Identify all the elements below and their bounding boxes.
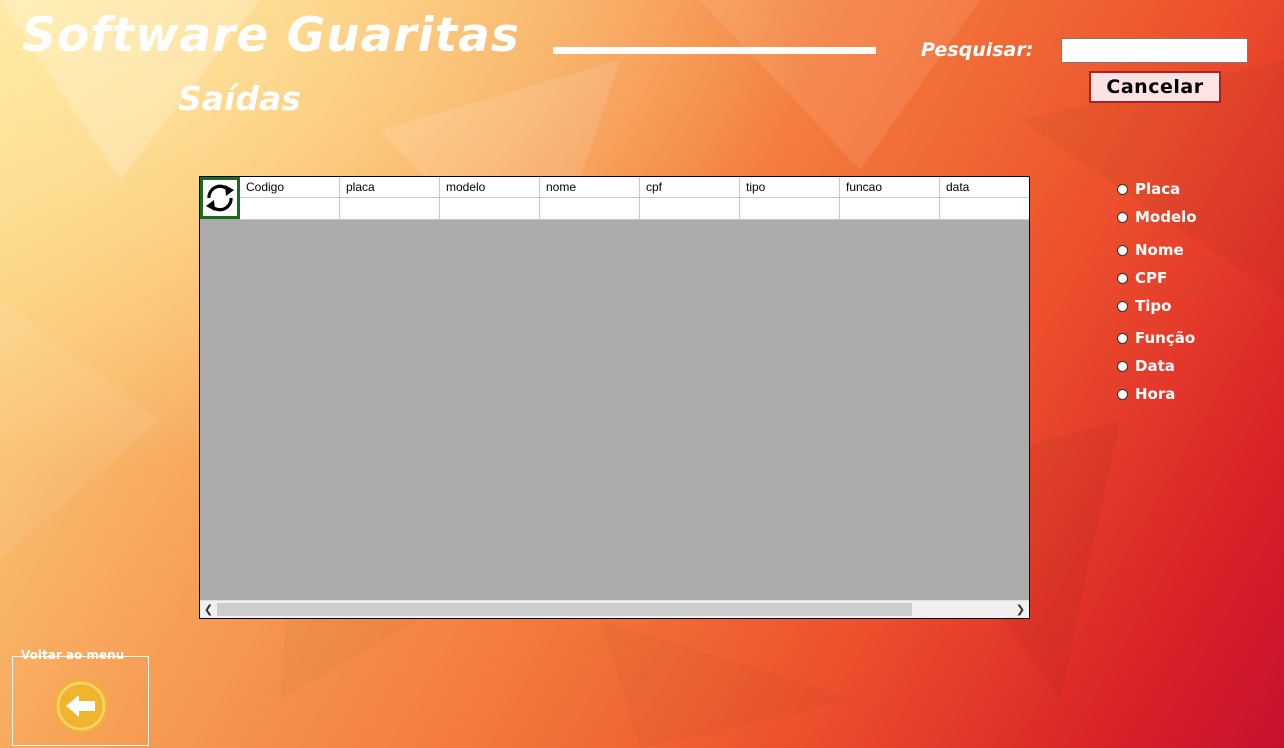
column-header-nome[interactable]: nome — [540, 177, 640, 197]
page-title: Saídas — [178, 79, 301, 118]
column-header-data[interactable]: data — [940, 177, 1029, 197]
radio-icon[interactable] — [1117, 360, 1128, 372]
filter-radio-funcao[interactable]: Função — [1117, 329, 1195, 347]
radio-icon[interactable] — [1117, 388, 1128, 400]
radio-icon[interactable] — [1117, 244, 1128, 256]
search-label: Pesquisar: — [921, 39, 1034, 61]
radio-icon[interactable] — [1117, 300, 1128, 312]
column-header-modelo[interactable]: modelo — [440, 177, 540, 197]
app-title: Software Guaritas — [22, 8, 520, 63]
search-input[interactable] — [1061, 38, 1248, 63]
filter-radio-tipo[interactable]: Tipo — [1117, 297, 1171, 315]
filter-radio-hora[interactable]: Hora — [1117, 385, 1175, 403]
table-cell[interactable] — [740, 198, 840, 219]
table-cell[interactable] — [240, 198, 340, 219]
column-header-placa[interactable]: placa — [340, 177, 440, 197]
radio-icon[interactable] — [1117, 183, 1128, 195]
table-cell[interactable] — [540, 198, 640, 219]
scroll-right-icon[interactable]: ❯ — [1012, 601, 1029, 618]
radio-icon[interactable] — [1117, 272, 1128, 284]
arrow-left-icon — [54, 679, 108, 733]
column-header-tipo[interactable]: tipo — [740, 177, 840, 197]
table-cell[interactable] — [640, 198, 740, 219]
scroll-left-icon[interactable]: ❮ — [200, 601, 217, 618]
table-cell[interactable] — [440, 198, 540, 219]
filter-radio-data[interactable]: Data — [1117, 357, 1175, 375]
filter-radio-cpf[interactable]: CPF — [1117, 269, 1167, 287]
column-header-funcao[interactable]: funcao — [840, 177, 940, 197]
radio-icon[interactable] — [1117, 211, 1128, 223]
table-cell[interactable] — [940, 198, 1029, 219]
radio-icon[interactable] — [1117, 332, 1128, 344]
grid-header: Codigo placa modelo nome cpf tipo funcao… — [240, 177, 1029, 198]
title-underline — [553, 47, 876, 54]
refresh-button[interactable] — [200, 177, 240, 219]
column-header-cpf[interactable]: cpf — [640, 177, 740, 197]
back-to-menu-button[interactable] — [52, 677, 110, 735]
column-header-codigo[interactable]: Codigo — [240, 177, 340, 197]
filter-radio-placa[interactable]: Placa — [1117, 180, 1180, 198]
table-cell[interactable] — [840, 198, 940, 219]
horizontal-scrollbar[interactable]: ❮ ❯ — [200, 600, 1029, 618]
table-cell[interactable] — [340, 198, 440, 219]
filter-radio-nome[interactable]: Nome — [1117, 241, 1184, 259]
scrollbar-thumb[interactable] — [217, 603, 912, 616]
cancel-button[interactable]: Cancelar — [1089, 71, 1221, 103]
filter-radio-modelo[interactable]: Modelo — [1117, 208, 1197, 226]
back-group-label: Voltar ao menu — [21, 648, 125, 662]
data-grid[interactable]: Codigo placa modelo nome cpf tipo funcao… — [199, 176, 1030, 619]
refresh-icon — [206, 184, 234, 212]
table-row[interactable] — [240, 198, 1029, 220]
